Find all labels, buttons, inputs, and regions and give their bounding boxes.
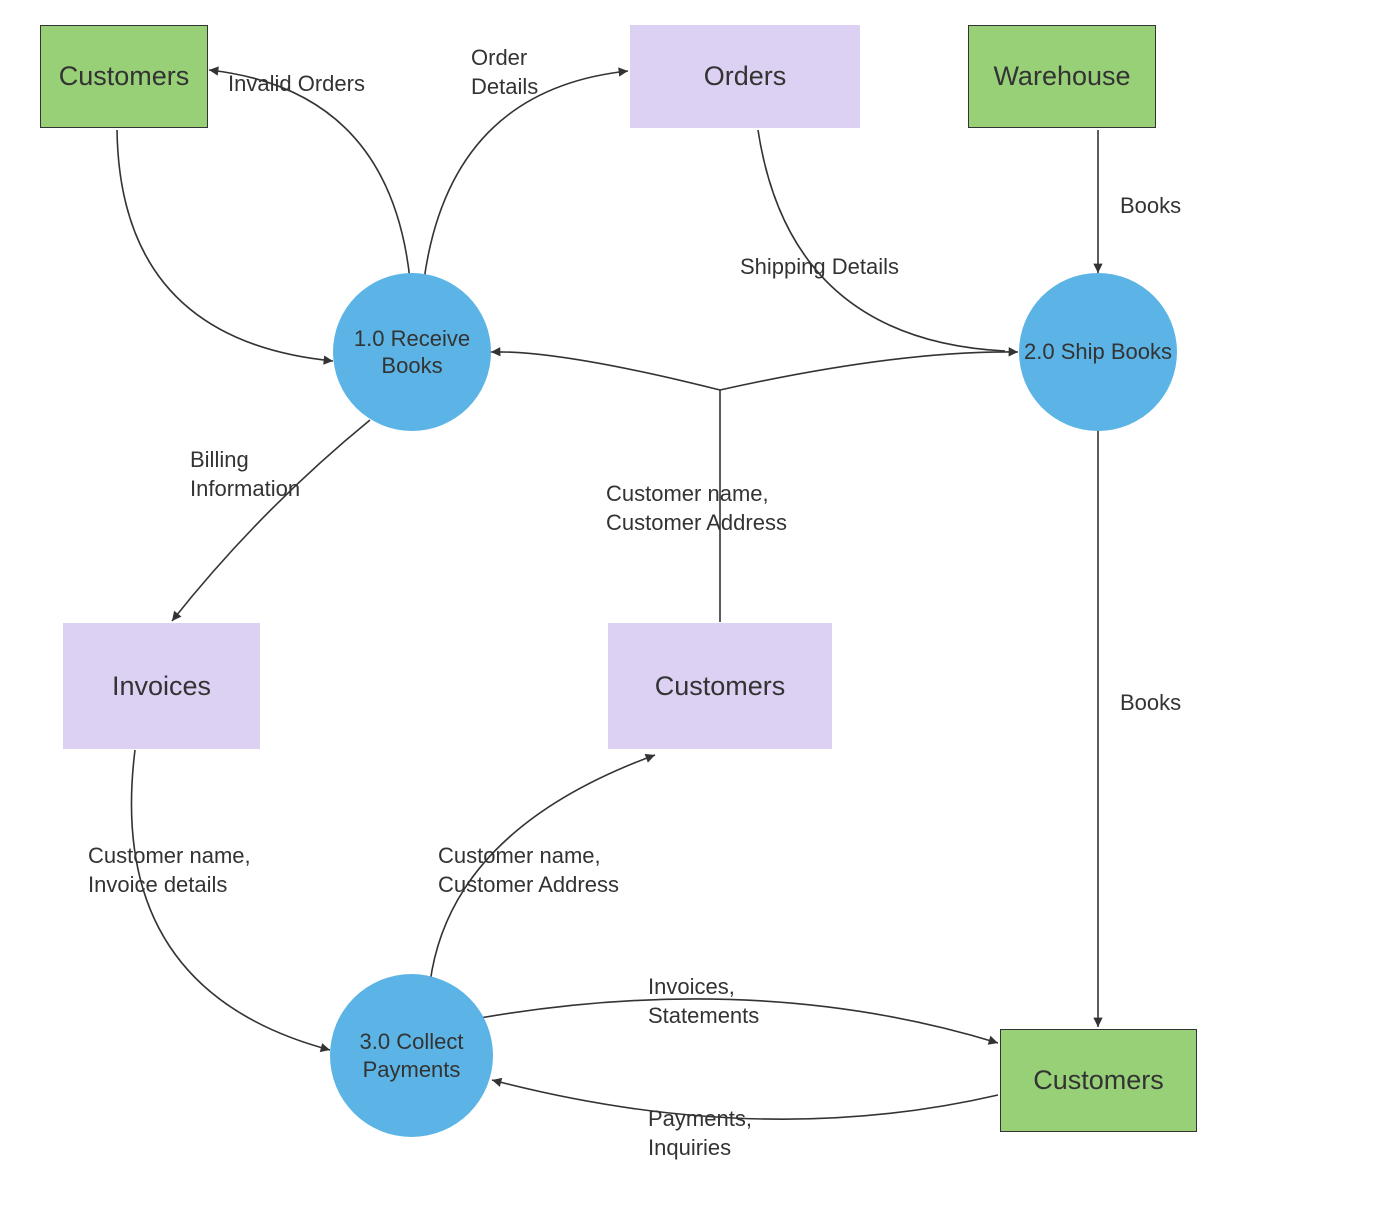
- flow-label-invoices-statements: Invoices, Statements: [648, 973, 759, 1030]
- flow-label-books-ship: Books: [1120, 689, 1181, 718]
- flow-label-books-warehouse: Books: [1120, 192, 1181, 221]
- flow-label-customer-name-address-top: Customer name, Customer Address: [606, 480, 787, 537]
- datastore-orders: Orders: [630, 25, 860, 128]
- entity-label: Customers: [1033, 1065, 1164, 1096]
- flow-label-invalid-orders: Invalid Orders: [228, 70, 365, 99]
- datastore-customers: Customers: [608, 623, 832, 749]
- flow-label-shipping-details: Shipping Details: [740, 253, 899, 282]
- process-2-ship-books: 2.0 Ship Books: [1019, 273, 1177, 431]
- datastore-invoices: Invoices: [63, 623, 260, 749]
- datastore-label: Invoices: [112, 671, 211, 702]
- flow-label-order-details: Order Details: [471, 44, 538, 101]
- flow-label-customer-name-invoice: Customer name, Invoice details: [88, 842, 251, 899]
- flow-label-billing-information: Billing Information: [190, 446, 300, 503]
- process-3-collect-payments: 3.0 Collect Payments: [330, 974, 493, 1137]
- process-label: 2.0 Ship Books: [1024, 338, 1172, 366]
- process-label: 1.0 Receive Books: [333, 325, 491, 380]
- process-1-receive-books: 1.0 Receive Books: [333, 273, 491, 431]
- entity-warehouse: Warehouse: [968, 25, 1156, 128]
- entity-label: Customers: [59, 61, 190, 92]
- process-label: 3.0 Collect Payments: [330, 1028, 493, 1083]
- entity-customers-bottom-right: Customers: [1000, 1029, 1197, 1132]
- entity-customers-top-left: Customers: [40, 25, 208, 128]
- entity-label: Warehouse: [993, 61, 1130, 92]
- flow-label-payments-inquiries: Payments, Inquiries: [648, 1105, 752, 1162]
- dfd-diagram: { "entities": { "customers_tl": "Custome…: [0, 0, 1376, 1210]
- datastore-label: Orders: [704, 61, 787, 92]
- datastore-label: Customers: [655, 671, 786, 702]
- flow-label-customer-name-address-bot: Customer name, Customer Address: [438, 842, 619, 899]
